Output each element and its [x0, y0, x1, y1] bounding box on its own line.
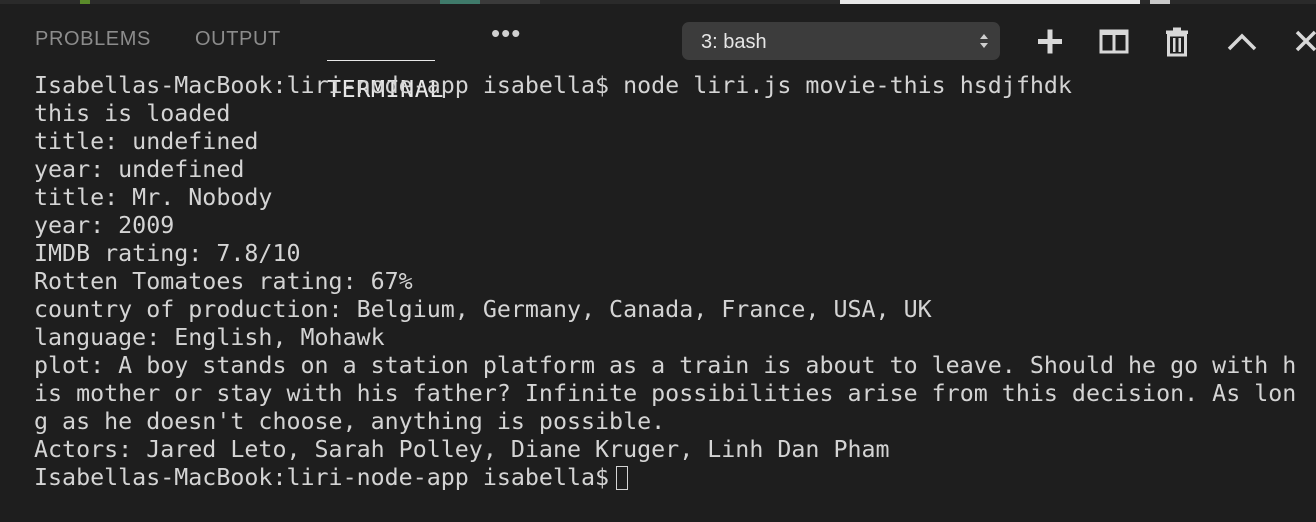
tab-output[interactable]: OUTPUT [195, 28, 281, 51]
terminal-line: plot: A boy stands on a station platform… [34, 352, 1297, 379]
terminal-line: title: Mr. Nobody [34, 184, 273, 211]
terminal-prompt-line[interactable]: Isabellas-MacBook:liri-node-app isabella… [34, 464, 1304, 492]
terminal-line: Rotten Tomatoes rating: 67% [34, 268, 413, 295]
terminal-line: Actors: Jared Leto, Sarah Polley, Diane … [34, 436, 890, 463]
active-tab-indicator [327, 60, 435, 61]
terminal-line: is mother or stay with his father? Infin… [34, 380, 1297, 407]
terminal-prompt: Isabellas-MacBook:liri-node-app isabella… [34, 464, 610, 491]
close-icon[interactable] [1293, 26, 1316, 58]
terminal-line: IMDB rating: 7.8/10 [34, 240, 301, 267]
terminal-line: g as he doesn't choose, anything is poss… [34, 408, 666, 435]
terminal-select[interactable]: 3: bash [682, 22, 1000, 60]
terminal-line: Isabellas-MacBook:liri-node-app isabella… [34, 72, 1072, 99]
terminal-cursor [616, 466, 629, 490]
terminal-line: title: undefined [34, 128, 259, 155]
more-actions-icon[interactable]: ••• [491, 18, 521, 49]
vscode-panel: PROBLEMS OUTPUT TERMINAL ••• 3: bash Isa… [0, 0, 1316, 522]
terminal-line: year: 2009 [34, 212, 175, 239]
split-icon[interactable] [1098, 26, 1130, 58]
panel-header: PROBLEMS OUTPUT TERMINAL ••• 3: bash [0, 4, 1316, 103]
terminal-select-value: 3: bash [701, 31, 767, 53]
terminal-output[interactable]: Isabellas-MacBook:liri-node-app isabella… [34, 72, 1304, 492]
terminal-line: language: English, Mohawk [34, 324, 385, 351]
plus-icon[interactable] [1034, 26, 1066, 58]
chevron-up-icon[interactable] [1226, 26, 1258, 58]
select-arrows-icon [980, 34, 988, 48]
terminal-line: year: undefined [34, 156, 245, 183]
trash-icon[interactable] [1161, 26, 1193, 58]
terminal-line: this is loaded [34, 100, 231, 127]
terminal-line: country of production: Belgium, Germany,… [34, 296, 932, 323]
tab-problems[interactable]: PROBLEMS [35, 28, 151, 51]
